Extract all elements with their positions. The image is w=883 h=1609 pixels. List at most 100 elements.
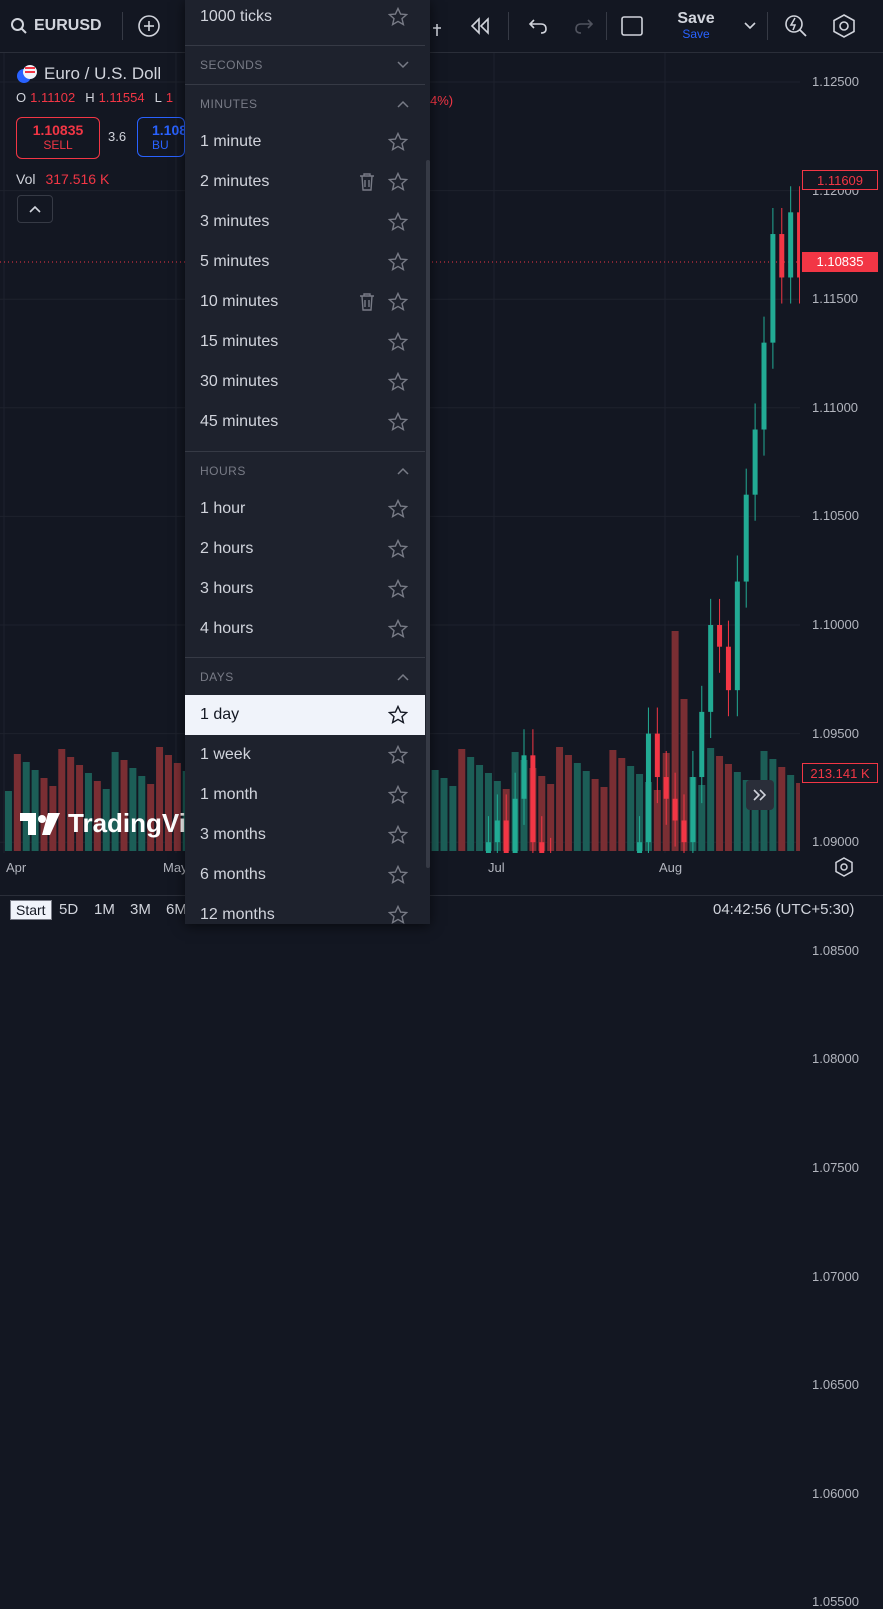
star-icon[interactable]: [388, 372, 408, 392]
interval-label: 2 minutes: [200, 173, 270, 190]
star-icon[interactable]: [388, 499, 408, 519]
candle-body: [645, 733, 651, 843]
volume-bar: [733, 772, 741, 851]
section-header-hours[interactable]: HOURS: [185, 451, 425, 490]
interval-item[interactable]: 1 week: [185, 735, 425, 775]
scroll-to-realtime-button[interactable]: [746, 780, 774, 810]
star-icon[interactable]: [388, 292, 408, 312]
star-icon[interactable]: [388, 132, 408, 152]
star-icon[interactable]: [388, 539, 408, 559]
candle-body: [717, 625, 723, 647]
interval-item[interactable]: 15 minutes: [185, 322, 425, 362]
y-axis-label: 1.06500: [812, 1377, 859, 1393]
compare-symbol-button[interactable]: [136, 12, 162, 40]
interval-item[interactable]: 30 minutes: [185, 362, 425, 402]
trash-icon[interactable]: [358, 292, 376, 312]
y-axis-label: 1.11000: [812, 399, 859, 415]
interval-item[interactable]: 6 months: [185, 855, 425, 895]
star-icon[interactable]: [388, 212, 408, 232]
range-1m[interactable]: 1M: [94, 901, 115, 918]
star-icon[interactable]: [388, 745, 408, 765]
high-value: 1.11554: [98, 90, 145, 105]
volume-bar: [467, 757, 475, 851]
trash-icon[interactable]: [358, 172, 376, 192]
y-axis-label: 1.05500: [812, 1594, 859, 1609]
interval-item[interactable]: 10 minutes: [185, 282, 425, 322]
settings-button[interactable]: [830, 12, 858, 40]
volume-tag: 213.141 K: [802, 763, 878, 783]
interval-item[interactable]: 3 hours: [185, 569, 425, 609]
star-icon[interactable]: [388, 865, 408, 885]
section-header-seconds[interactable]: SECONDS: [185, 45, 425, 84]
candle-body: [530, 755, 536, 843]
range-3m[interactable]: 3M: [130, 901, 151, 918]
redo-button[interactable]: [570, 12, 598, 40]
interval-label: 3 months: [200, 826, 266, 843]
y-axis-label: 1.09000: [812, 834, 859, 850]
star-icon[interactable]: [388, 172, 408, 192]
watermark-text: TradingVi: [68, 808, 186, 838]
volume-bar: [476, 765, 484, 851]
interval-item[interactable]: 1 hour: [185, 489, 425, 529]
star-icon[interactable]: [388, 332, 408, 352]
axis-settings-button[interactable]: [833, 856, 857, 880]
interval-dropdown: 1000 ticks SECONDS MINUTES 1 minute 2 min…: [185, 0, 430, 924]
interval-item[interactable]: 45 minutes: [185, 402, 425, 442]
section-header-minutes[interactable]: MINUTES: [185, 84, 425, 123]
save-options-button[interactable]: [740, 12, 760, 40]
sell-button[interactable]: 1.10835 SELL: [16, 117, 100, 159]
interval-item[interactable]: 12 months: [185, 895, 425, 924]
interval-label: 3 hours: [200, 580, 254, 597]
star-icon[interactable]: [388, 579, 408, 599]
candle-body: [663, 777, 669, 799]
y-axis-label: 1.07000: [812, 1268, 859, 1284]
interval-item[interactable]: 1 month: [185, 775, 425, 815]
symbol-label: EURUSD: [34, 17, 102, 34]
star-icon[interactable]: [388, 825, 408, 845]
start-button[interactable]: Start: [10, 900, 52, 920]
dropdown-scrollbar[interactable]: [426, 160, 430, 868]
interval-item[interactable]: 4 hours: [185, 609, 425, 649]
y-axis-label: 1.12500: [812, 74, 859, 89]
volume-label: Vol: [16, 171, 36, 187]
range-5d[interactable]: 5D: [59, 901, 78, 918]
star-icon[interactable]: [388, 785, 408, 805]
interval-item[interactable]: 2 minutes: [185, 162, 425, 202]
star-icon[interactable]: [388, 619, 408, 639]
star-icon[interactable]: [388, 7, 408, 27]
interval-item[interactable]: 3 months: [185, 815, 425, 855]
interval-item[interactable]: 1 day: [185, 695, 425, 735]
toolbar-divider: [508, 12, 509, 40]
interval-item[interactable]: 3 minutes: [185, 202, 425, 242]
collapse-legend-button[interactable]: [17, 195, 53, 223]
replay-button[interactable]: [466, 12, 494, 40]
undo-button[interactable]: [524, 12, 552, 40]
interval-item[interactable]: 2 hours: [185, 529, 425, 569]
star-icon[interactable]: [388, 412, 408, 432]
save-button[interactable]: Save Save: [670, 10, 722, 44]
layout-button[interactable]: [618, 12, 646, 40]
section-header-days[interactable]: DAYS: [185, 657, 425, 696]
interval-item[interactable]: 5 minutes: [185, 242, 425, 282]
symbol-search-button[interactable]: EURUSD: [10, 8, 102, 44]
x-axis-label: Jul: [488, 860, 505, 875]
buy-button[interactable]: 1.108 BU: [137, 117, 185, 157]
star-icon[interactable]: [388, 905, 408, 924]
price-axis[interactable]: 1.05500 1.06000 1.06500 1.07000 1.07500 1.080…: [800, 53, 883, 1609]
volume-bar: [787, 775, 795, 851]
clock-timezone[interactable]: 04:42:56 (UTC+5:30): [713, 901, 854, 918]
eur-usd-flag-icon: [17, 65, 37, 83]
quick-search-button[interactable]: [782, 12, 810, 40]
indicator-template-button[interactable]: [430, 12, 446, 40]
star-icon[interactable]: [388, 705, 408, 725]
section-label: HOURS: [200, 464, 246, 478]
range-6m[interactable]: 6M: [166, 901, 187, 918]
star-icon[interactable]: [388, 252, 408, 272]
candle-body: [654, 733, 660, 778]
x-axis-label: May: [163, 860, 188, 875]
interval-item[interactable]: 1000 ticks: [185, 0, 425, 37]
volume-bar: [4, 791, 12, 851]
tradingview-logo-icon: [20, 812, 60, 835]
interval-item[interactable]: 1 minute: [185, 122, 425, 162]
open-label: O: [16, 90, 27, 105]
